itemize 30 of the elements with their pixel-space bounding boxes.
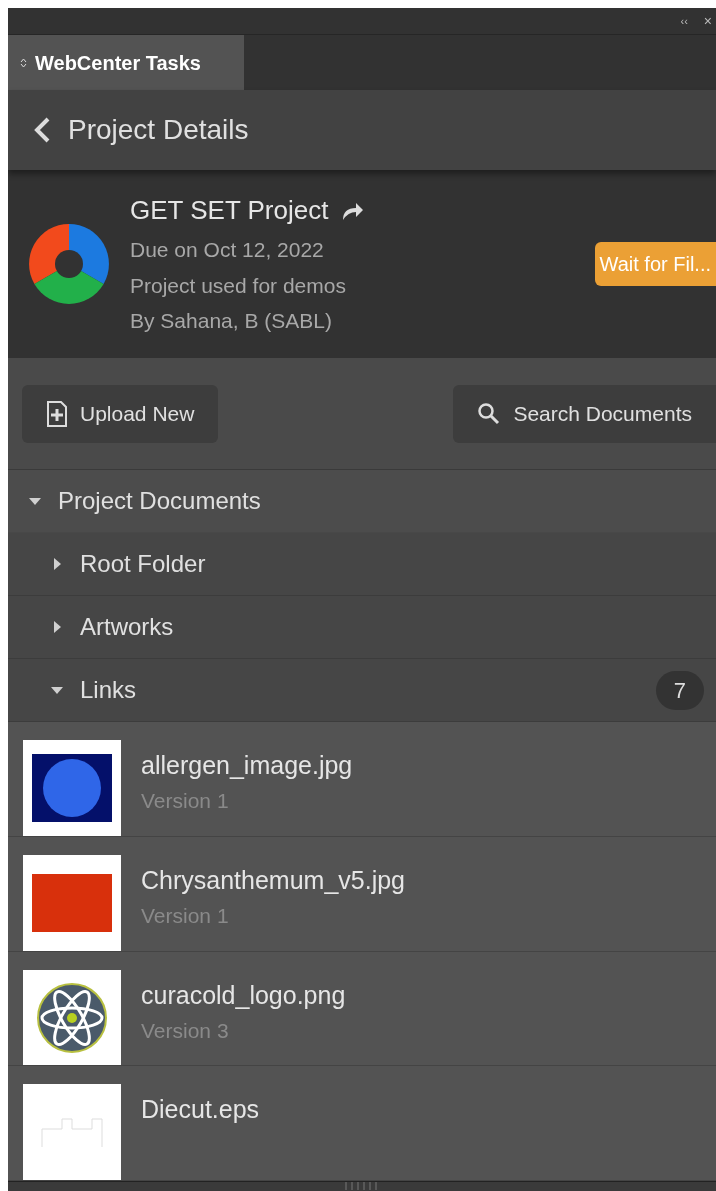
search-icon <box>477 401 502 426</box>
file-name: Diecut.eps <box>141 1094 260 1126</box>
tree-label: Links <box>80 675 138 705</box>
close-button[interactable]: × <box>703 14 712 28</box>
tree-row[interactable]: Artworks <box>8 596 716 659</box>
file-name: curacold_logo.png <box>141 979 346 1011</box>
count-badge: 7 <box>655 670 704 710</box>
tree-row[interactable]: Root Folder <box>8 533 716 596</box>
file-name: Chrysanthemum_v5.jpg <box>141 864 405 896</box>
sort-arrows-icon <box>20 56 27 69</box>
project-description: Project used for demos <box>130 272 347 299</box>
project-name: GET SET Project <box>130 194 329 228</box>
tree-row[interactable]: Links 7 <box>8 659 716 722</box>
search-documents-button[interactable]: Search Documents <box>453 384 716 443</box>
due-date: Due on Oct 12, 2022 <box>130 237 325 264</box>
tree-label: Project Documents <box>58 486 261 516</box>
tree-label: Root Folder <box>80 549 207 579</box>
status-badge: Wait for Fil... <box>594 242 716 286</box>
tree-label: Artworks <box>80 612 175 642</box>
upload-button[interactable]: Upload New <box>22 384 219 443</box>
page-title: Project Details <box>68 113 249 147</box>
ring-logo-icon <box>28 223 110 305</box>
back-chevron-icon[interactable] <box>32 116 52 144</box>
panel-tab[interactable]: WebCenter Tasks <box>8 35 244 90</box>
file-name: allergen_image.jpg <box>141 750 353 781</box>
tree-row[interactable]: Project Documents <box>8 470 716 533</box>
tab-label: WebCenter Tasks <box>35 50 201 76</box>
project-owner: By Sahana, B (SABL) <box>130 308 333 335</box>
add-file-icon <box>46 399 68 428</box>
collapse-button[interactable]: ‹‹ <box>680 12 688 30</box>
